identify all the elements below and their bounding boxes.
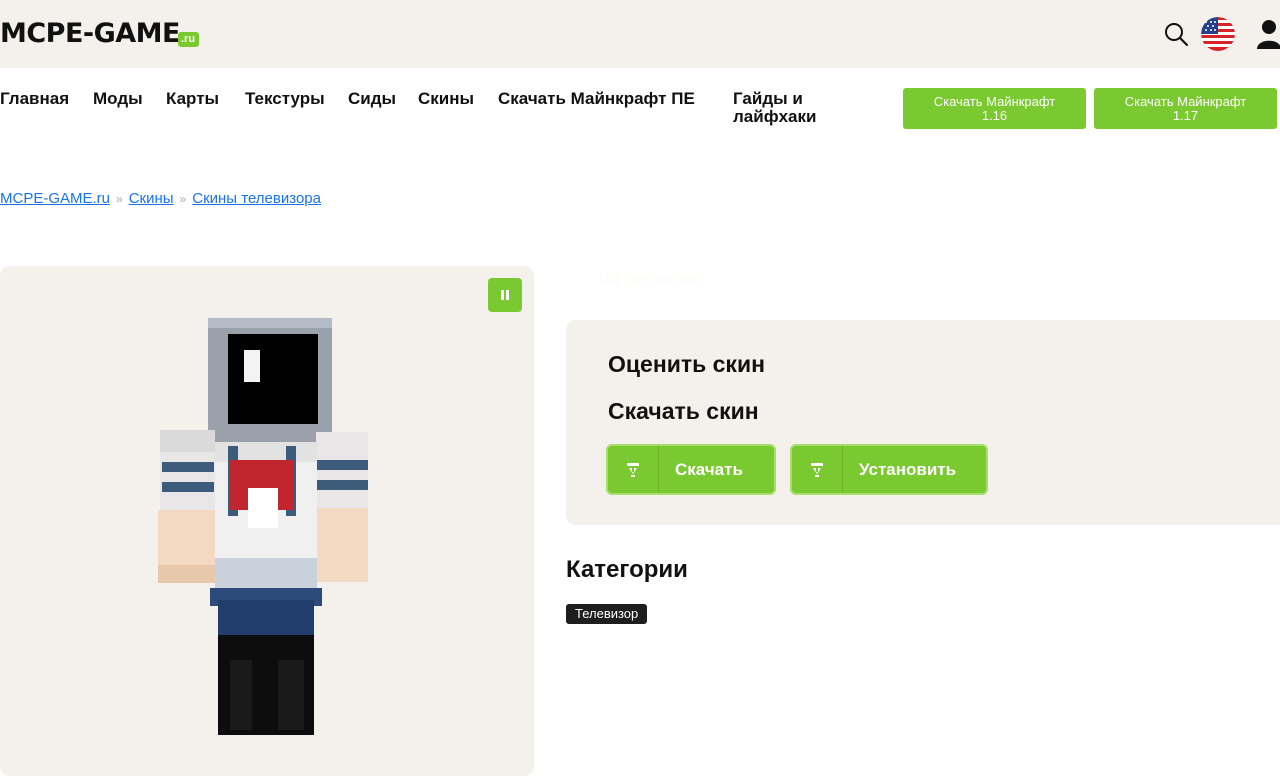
download-1-16-button[interactable]: Скачать Майнкрафт 1.16 bbox=[903, 88, 1086, 129]
nav-item-skins[interactable]: Скины bbox=[418, 90, 474, 108]
download-button[interactable]: Скачать bbox=[606, 444, 776, 495]
site-logo[interactable]: MCPE-GAME .ru bbox=[0, 18, 200, 50]
download-1-17-label: Скачать Майнкрафт 1.17 bbox=[1124, 93, 1247, 123]
nav-item-maps[interactable]: Карты bbox=[166, 90, 219, 108]
nav-item-home[interactable]: Главная bbox=[0, 90, 69, 108]
nav-item-mods[interactable]: Моды bbox=[93, 90, 143, 108]
us-flag-icon[interactable] bbox=[1201, 17, 1235, 51]
search-icon[interactable] bbox=[1163, 21, 1189, 47]
category-tag[interactable]: Телевизор bbox=[566, 604, 648, 624]
nav-item-guides[interactable]: Гайды и лайфхаки bbox=[733, 90, 843, 126]
breadcrumb-tv-skins-link[interactable]: Скины телевизора bbox=[192, 190, 321, 207]
logo-text: MCPE-GAME bbox=[0, 18, 181, 49]
pause-button[interactable] bbox=[488, 278, 522, 312]
nav-item-textures[interactable]: Текстуры bbox=[245, 90, 325, 108]
breadcrumb-separator: » bbox=[116, 192, 123, 206]
breadcrumb-skins-link[interactable]: Скины bbox=[129, 190, 174, 207]
install-button[interactable]: Установить bbox=[790, 444, 988, 495]
logo-suffix: .ru bbox=[178, 32, 200, 47]
skin-3d-model[interactable] bbox=[150, 310, 375, 740]
download-1-17-button[interactable]: Скачать Майнкрафт 1.17 bbox=[1094, 88, 1277, 129]
breadcrumb-separator: » bbox=[179, 192, 187, 206]
breadcrumb: MCPE-GAME.ru » Скины » Скины телевизора bbox=[0, 190, 321, 207]
nav-item-seeds[interactable]: Сиды bbox=[348, 90, 396, 108]
views-count: 154 просмотров bbox=[597, 270, 701, 286]
rate-skin-title: Оценить скин bbox=[608, 351, 765, 377]
install-icon bbox=[792, 446, 843, 493]
nav-item-download-pe[interactable]: Скачать Майнкрафт ПЕ bbox=[498, 90, 698, 108]
download-1-16-label: Скачать Майнкрафт 1.16 bbox=[933, 93, 1056, 123]
download-icon bbox=[608, 446, 659, 493]
categories-title: Категории bbox=[566, 556, 688, 583]
pause-icon bbox=[501, 290, 504, 300]
pause-icon-bar bbox=[506, 290, 509, 300]
install-button-label: Установить bbox=[859, 459, 957, 479]
download-button-label: Скачать bbox=[675, 459, 743, 479]
user-icon[interactable] bbox=[1256, 19, 1280, 49]
site-header: MCPE-GAME .ru bbox=[0, 0, 1280, 68]
download-skin-title: Скачать скин bbox=[608, 398, 759, 424]
breadcrumb-home-link[interactable]: MCPE-GAME.ru bbox=[0, 190, 110, 207]
